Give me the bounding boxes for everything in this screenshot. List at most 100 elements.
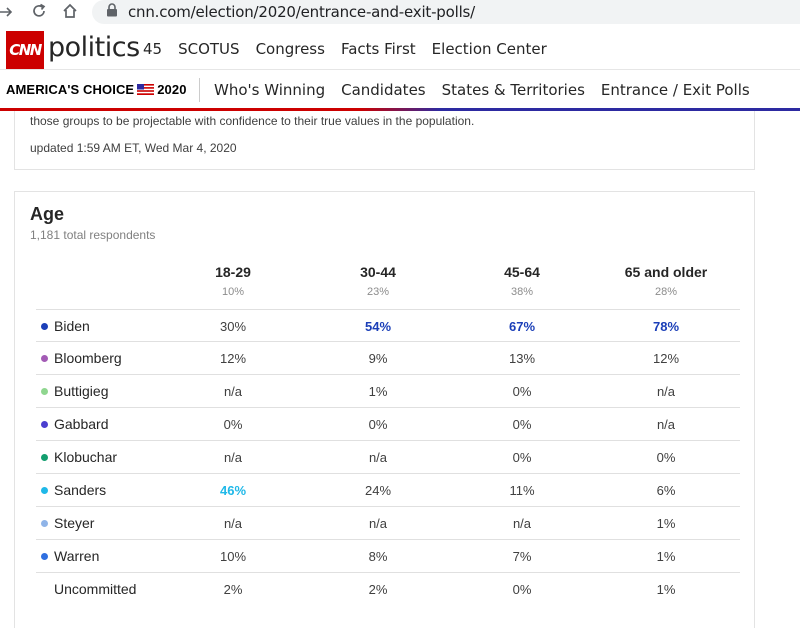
vote-share-cell: 1% [656, 515, 676, 531]
column-share: 28% [654, 286, 678, 298]
vote-share-cell: 1% [368, 383, 388, 399]
vote-share-cell: 10% [219, 548, 247, 564]
table-row: Sanders 46% 24% 11% 6% [36, 474, 740, 507]
forward-arrow-icon[interactable] [0, 2, 16, 22]
vote-share-cell: 0% [512, 581, 532, 597]
candidate-name: Klobuchar [54, 449, 118, 465]
candidate-color-dot-icon [41, 552, 48, 560]
subnav-item[interactable]: States & Territories [442, 81, 585, 99]
vote-share-cell: 78% [652, 318, 680, 334]
candidate-cell: Sanders [41, 474, 106, 506]
vote-share-cell: 46% [219, 482, 247, 498]
vote-share-cell: 6% [656, 482, 676, 498]
candidate-cell: Gabbard [41, 408, 108, 440]
main-nav-item[interactable]: 45 [143, 40, 162, 58]
vote-share-cell: n/a [223, 515, 243, 531]
vote-share-cell: 12% [652, 350, 680, 366]
candidate-color-dot-icon [41, 387, 48, 395]
candidate-cell: Bloomberg [41, 342, 122, 374]
main-nav-item[interactable]: Facts First [341, 40, 416, 58]
vote-share-cell: 9% [368, 350, 388, 366]
vote-share-cell: 0% [223, 416, 243, 432]
vote-share-cell: 8% [368, 548, 388, 564]
candidate-name: Biden [54, 318, 90, 334]
vote-share-cell: 13% [508, 350, 536, 366]
cnn-logo[interactable]: CNN [6, 31, 44, 69]
candidate-color-dot-icon [41, 322, 48, 330]
section-title[interactable]: politics [48, 32, 140, 63]
column-header: 45-64 [504, 264, 540, 280]
age-poll-card: Age 1,181 total respondents 18-29 10% 30-4… [14, 191, 755, 628]
candidate-color-dot-icon [41, 486, 48, 494]
vote-share-cell: 2% [368, 581, 388, 597]
nav-divider [199, 78, 200, 102]
main-nav-item[interactable]: Congress [256, 40, 325, 58]
vote-share-cell: n/a [368, 515, 388, 531]
candidate-name: Warren [54, 548, 100, 564]
subnav-item[interactable]: Who's Winning [214, 81, 325, 99]
vote-share-cell: 0% [368, 416, 388, 432]
vote-share-cell: 0% [512, 383, 532, 399]
browser-toolbar: cnn.com/election/2020/entrance-and-exit-… [0, 0, 800, 26]
main-nav-item[interactable]: Election Center [432, 40, 547, 58]
vote-share-cell: 7% [512, 548, 532, 564]
vote-share-cell: 24% [364, 482, 392, 498]
column-share: 23% [366, 286, 390, 298]
table-row: Klobuchar n/a n/a 0% 0% [36, 441, 740, 474]
main-nav-item[interactable]: SCOTUS [178, 40, 239, 58]
candidate-name: Bloomberg [54, 350, 122, 366]
vote-share-cell: 54% [364, 318, 392, 334]
reload-icon[interactable] [29, 1, 49, 21]
candidate-cell: Klobuchar [41, 441, 117, 473]
subnav-item[interactable]: Entrance / Exit Polls [601, 81, 750, 99]
column-share: 10% [221, 286, 245, 298]
age-title: Age [30, 204, 65, 224]
us-flag-icon [137, 84, 155, 96]
election-subnav: AMERICA'S CHOICE 2020 Who's Winning Candid… [0, 70, 800, 110]
candidate-color-dot-icon [41, 453, 48, 461]
methodology-text: those groups to be projectable with conf… [30, 114, 475, 128]
vote-share-cell: 67% [508, 318, 536, 334]
candidate-name: Gabbard [54, 416, 109, 432]
subnav-item[interactable]: Candidates [341, 81, 426, 99]
table-row: Uncommitted 2% 2% 0% 1% [36, 573, 740, 606]
candidate-color-dot-icon [41, 519, 48, 527]
vote-share-cell: 11% [509, 482, 535, 498]
candidate-cell: Biden [41, 310, 90, 342]
methodology-card: those groups to be projectable with conf… [14, 111, 755, 170]
vote-share-cell: 30% [219, 318, 247, 334]
table-row: Buttigieg n/a 1% 0% n/a [36, 375, 740, 408]
table-row: Steyer n/a n/a n/a 1% [36, 507, 740, 540]
home-icon[interactable] [60, 1, 80, 21]
vote-share-cell: 0% [512, 416, 532, 432]
main-nav: 45 SCOTUS Congress Facts First Election Cent… [143, 40, 563, 58]
table-row: Biden 30% 54% 67% 78% [36, 309, 740, 342]
cnn-logo-text: CNN [9, 41, 42, 59]
table-row: Warren 10% 8% 7% 1% [36, 540, 740, 573]
vote-share-cell: 12% [219, 350, 247, 366]
vote-share-cell: n/a [368, 449, 388, 465]
candidate-cell: Warren [41, 540, 99, 572]
vote-share-cell: 2% [223, 581, 243, 597]
column-header: 18-29 [215, 264, 251, 280]
table-row: Bloomberg 12% 9% 13% 12% [36, 342, 740, 375]
table-row: Gabbard 0% 0% 0% n/a [36, 408, 740, 441]
brand-text: AMERICA'S CHOICE [6, 82, 135, 97]
vote-share-cell: n/a [656, 416, 676, 432]
candidate-name: Buttigieg [54, 383, 109, 399]
vote-share-cell: n/a [512, 515, 532, 531]
americas-choice-brand[interactable]: AMERICA'S CHOICE 2020 [6, 82, 187, 97]
url-text: cnn.com/election/2020/entrance-and-exit-… [128, 3, 476, 21]
candidate-cell: Buttigieg [41, 375, 108, 407]
candidate-name: Steyer [54, 515, 95, 531]
updated-timestamp: updated 1:59 AM ET, Wed Mar 4, 2020 [30, 141, 237, 155]
candidate-cell: Uncommitted [41, 573, 136, 605]
candidate-color-dot-icon [41, 354, 48, 362]
site-header: CNN politics 45 SCOTUS Congress Facts First… [0, 26, 800, 70]
vote-share-cell: 1% [656, 581, 676, 597]
respondents-count: 1,181 total respondents [30, 228, 156, 242]
address-bar[interactable]: cnn.com/election/2020/entrance-and-exit-… [92, 0, 800, 24]
vote-share-cell: 0% [512, 449, 532, 465]
candidate-cell: Steyer [41, 507, 94, 539]
vote-share-cell: 1% [656, 548, 676, 564]
